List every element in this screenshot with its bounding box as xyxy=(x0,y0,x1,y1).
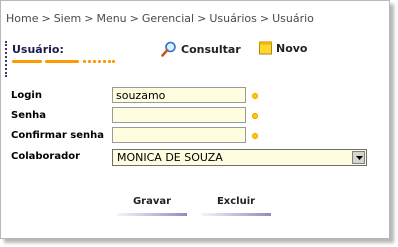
breadcrumb-home[interactable]: Home xyxy=(6,12,38,25)
colaborador-select[interactable]: MONICA DE SOUZA xyxy=(112,149,367,166)
novo-label: Novo xyxy=(276,41,308,55)
breadcrumb-gerencial[interactable]: Gerencial xyxy=(142,12,194,25)
breadcrumb-siem[interactable]: Siem xyxy=(54,12,82,25)
login-input[interactable] xyxy=(112,87,246,103)
required-dot-icon xyxy=(252,113,258,119)
breadcrumb-separator: > xyxy=(84,12,94,25)
senha-label: Senha xyxy=(11,110,46,121)
gravar-underline xyxy=(117,213,187,216)
colaborador-label: Colaborador xyxy=(11,151,81,162)
breadcrumb: Home > Siem > Menu > Gerencial > Usuários > Usuári… xyxy=(6,12,314,25)
breadcrumb-separator: > xyxy=(41,12,51,25)
excluir-underline xyxy=(201,213,271,216)
section-title-underline xyxy=(12,60,115,64)
section-side-bar xyxy=(5,41,10,77)
magnifier-icon xyxy=(161,41,177,57)
excluir-button[interactable]: Excluir xyxy=(201,196,271,216)
page-frame: Home > Siem > Menu > Gerencial > Usuários > Usuári… xyxy=(0,0,390,239)
novo-button[interactable]: Novo xyxy=(259,41,308,55)
required-dot-icon xyxy=(252,93,258,99)
breadcrumb-menu[interactable]: Menu xyxy=(96,12,126,25)
breadcrumb-separator: > xyxy=(197,12,207,25)
colaborador-selected-value: MONICA DE SOUZA xyxy=(117,151,223,164)
section-title: Usuário: xyxy=(12,43,64,56)
breadcrumb-usuario: Usuário xyxy=(272,12,314,25)
login-label: Login xyxy=(11,90,42,101)
consultar-button[interactable]: Consultar xyxy=(161,41,241,57)
dropdown-arrow-icon[interactable] xyxy=(352,151,365,164)
breadcrumb-separator: > xyxy=(259,12,270,25)
note-icon xyxy=(259,41,272,55)
confirmar-senha-label: Confirmar senha xyxy=(11,130,104,141)
gravar-button[interactable]: Gravar xyxy=(117,196,187,216)
senha-input[interactable] xyxy=(112,107,246,123)
confirmar-senha-input[interactable] xyxy=(112,127,246,143)
breadcrumb-separator: > xyxy=(129,12,139,25)
gravar-label: Gravar xyxy=(132,196,172,207)
excluir-label: Excluir xyxy=(216,196,256,207)
consultar-label: Consultar xyxy=(181,42,241,56)
required-dot-icon xyxy=(252,133,258,139)
breadcrumb-usuarios[interactable]: Usuários xyxy=(209,12,257,25)
